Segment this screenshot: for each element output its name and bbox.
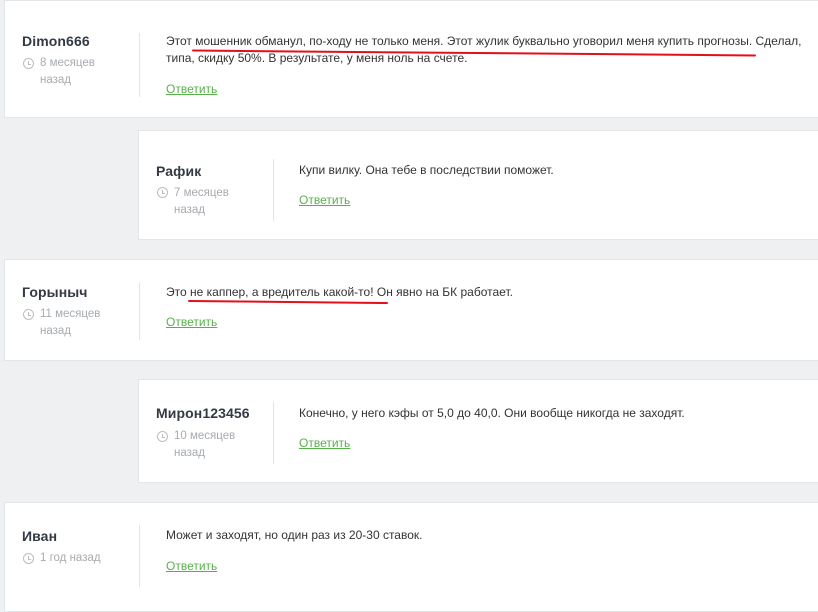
comment-time: 11 месяцев назад bbox=[40, 308, 101, 337]
comment-card: Dimon666 8 месяцев назад Этот мошенник о… bbox=[4, 0, 818, 118]
divider bbox=[139, 33, 140, 97]
comment-text: Может и заходят, но один раз из 20-30 ст… bbox=[166, 528, 423, 542]
clock-icon bbox=[157, 431, 168, 442]
comment-text: Конечно, у него кэфы от 5,0 до 40,0. Они… bbox=[299, 406, 685, 420]
reply-link[interactable]: Ответить bbox=[299, 436, 350, 450]
divider bbox=[273, 159, 274, 221]
comment-time: 10 месяцев назад bbox=[174, 430, 236, 459]
clock-icon bbox=[23, 309, 34, 320]
clock-icon bbox=[23, 58, 34, 69]
comment-card: Иван 1 год назад Может и заходят, но оди… bbox=[4, 502, 818, 612]
comment-author[interactable]: Мирон123456 bbox=[156, 405, 250, 421]
reply-link[interactable]: Ответить bbox=[166, 315, 217, 329]
divider bbox=[139, 282, 140, 340]
comment-text: Купи вилку. Она тебе в последствии помож… bbox=[299, 163, 554, 177]
reply-card: Рафик 7 месяцев назад Купи вилку. Она те… bbox=[138, 130, 818, 240]
comment-time: 1 год назад bbox=[40, 552, 101, 564]
comment-time: 7 месяцев назад bbox=[174, 187, 229, 216]
reply-link[interactable]: Ответить bbox=[166, 559, 217, 573]
divider bbox=[139, 525, 140, 587]
comment-author[interactable]: Dimon666 bbox=[22, 33, 90, 49]
reply-link[interactable]: Ответить bbox=[166, 82, 217, 96]
comment-text: Это не каппер, а вредитель какой-то! Он … bbox=[166, 285, 513, 299]
clock-icon bbox=[23, 553, 34, 564]
comment-card: Горыныч 11 месяцев назад Это не каппер, … bbox=[4, 259, 818, 361]
comment-author[interactable]: Горыныч bbox=[22, 284, 88, 300]
clock-icon bbox=[157, 187, 168, 198]
comment-author[interactable]: Рафик bbox=[156, 163, 201, 179]
reply-card: Мирон123456 10 месяцев назад Конечно, у … bbox=[138, 379, 818, 483]
comment-time: 8 месяцев назад bbox=[40, 57, 95, 86]
divider bbox=[273, 402, 274, 464]
comment-author[interactable]: Иван bbox=[22, 528, 57, 544]
reply-link[interactable]: Ответить bbox=[299, 193, 350, 207]
